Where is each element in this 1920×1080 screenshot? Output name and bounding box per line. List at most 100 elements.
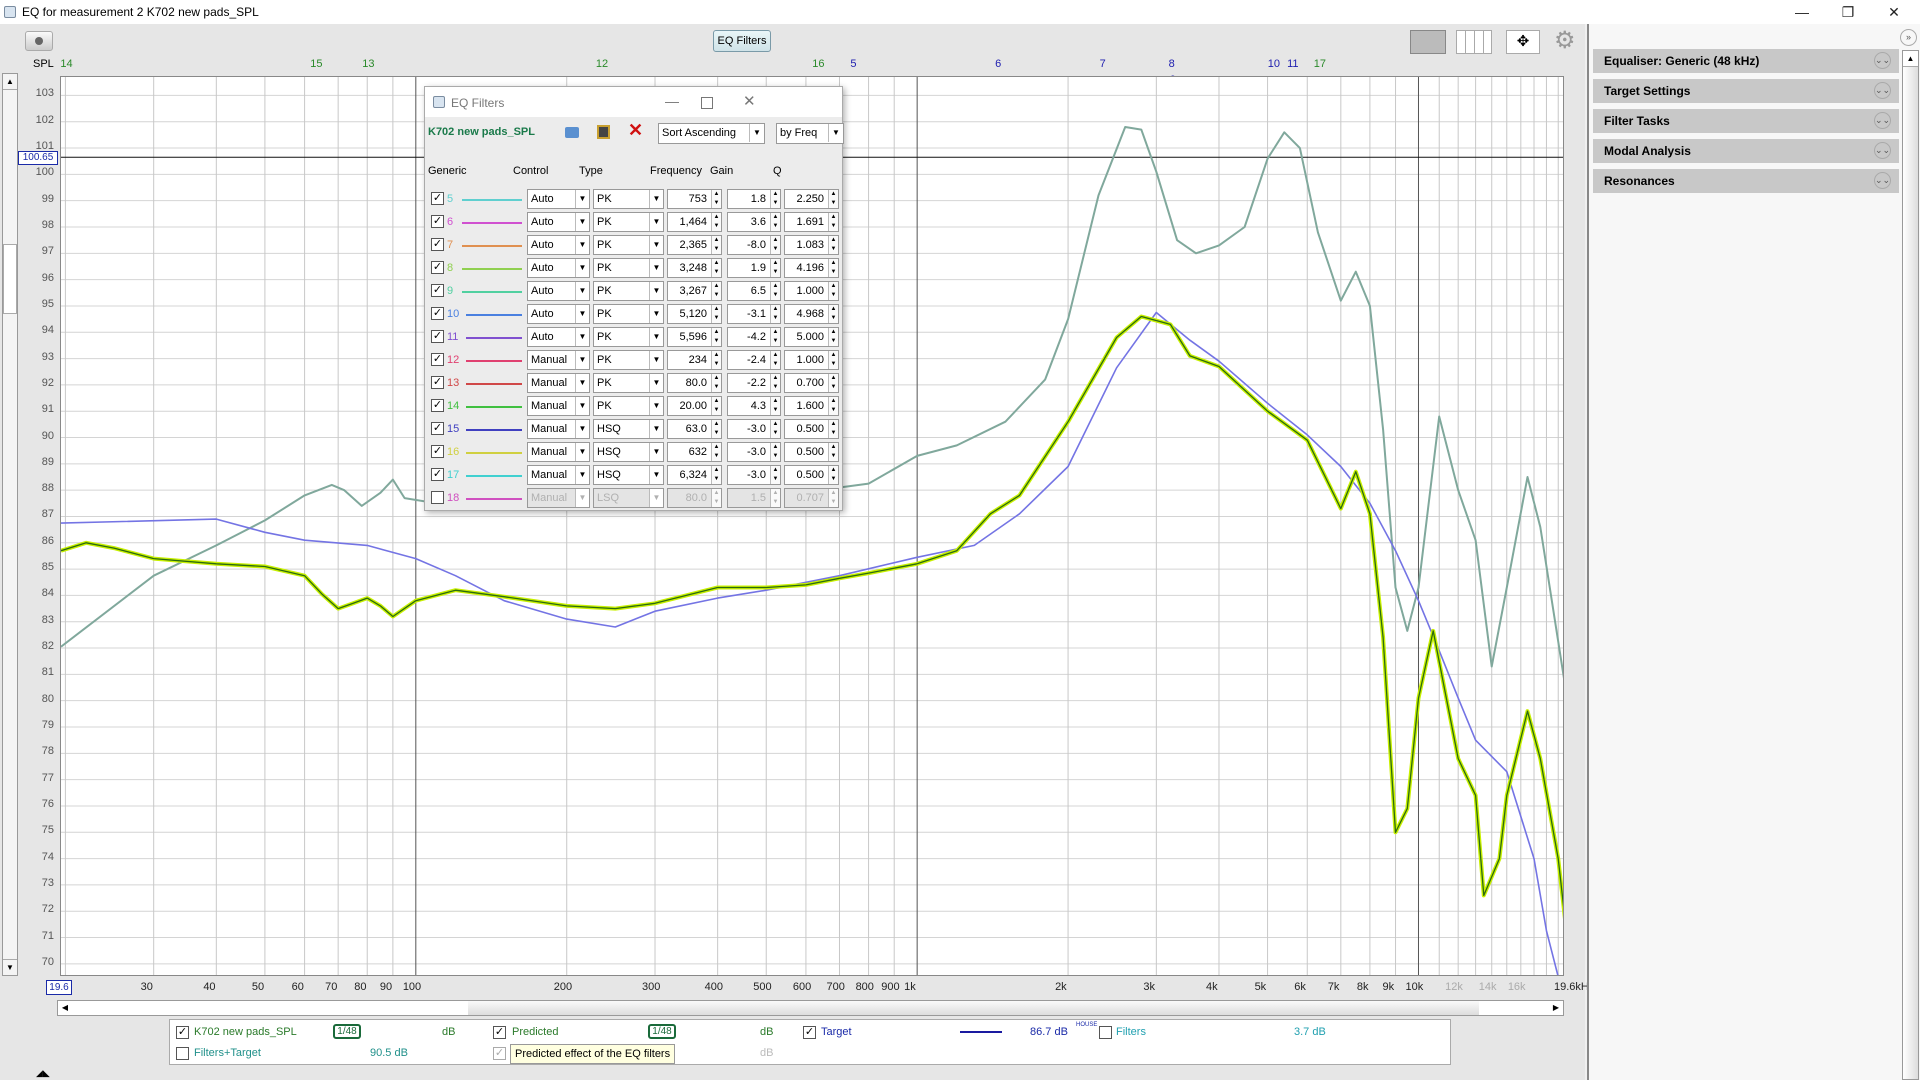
q-spinner[interactable]: 0.700 ▲ ▼	[784, 373, 839, 393]
type-select[interactable]: PK ▼	[593, 281, 664, 301]
filter-marker[interactable]: 11	[1287, 58, 1298, 70]
control-select[interactable]: Auto ▼	[527, 327, 590, 347]
panel-section[interactable]: Target Settings ⌄⌄	[1593, 79, 1899, 103]
control-select[interactable]: Manual ▼	[527, 396, 590, 416]
type-select[interactable]: PK ▼	[593, 304, 664, 324]
type-select[interactable]: LSQ ▼	[593, 488, 664, 508]
q-spinner[interactable]: 0.707 ▲ ▼	[784, 488, 839, 508]
column-layout-icon[interactable]	[1456, 30, 1492, 54]
scroll-track-left[interactable]	[72, 1001, 468, 1015]
measurement-checkbox[interactable]: ✓	[176, 1026, 189, 1039]
predicted-checkbox[interactable]: ✓	[493, 1026, 506, 1039]
filter-enabled-checkbox[interactable]: ✓	[431, 399, 444, 412]
type-select[interactable]: PK ▼	[593, 396, 664, 416]
gain-spinner[interactable]: 1.5 ▲ ▼	[727, 488, 781, 508]
frequency-spinner[interactable]: 3,248 ▲ ▼	[667, 258, 722, 278]
filter-marker[interactable]: 17	[1314, 58, 1326, 70]
control-select[interactable]: Manual ▼	[527, 373, 590, 393]
filters-target-checkbox[interactable]	[176, 1047, 189, 1060]
frequency-spinner[interactable]: 2,365 ▲ ▼	[667, 235, 722, 255]
vertical-scrollbar[interactable]: ▲ ▼	[2, 73, 18, 976]
predicted-filters-checkbox[interactable]: ✓	[493, 1047, 506, 1060]
type-select[interactable]: HSQ ▼	[593, 442, 664, 462]
camera-icon[interactable]	[25, 31, 53, 51]
q-spinner[interactable]: 1.691 ▲ ▼	[784, 212, 839, 232]
type-select[interactable]: PK ▼	[593, 327, 664, 347]
filter-enabled-checkbox[interactable]	[431, 491, 444, 504]
q-spinner[interactable]: 0.500 ▲ ▼	[784, 419, 839, 439]
measurement-smoothing[interactable]: 1/48	[333, 1024, 361, 1039]
frequency-spinner[interactable]: 632 ▲ ▼	[667, 442, 722, 462]
frequency-spinner[interactable]: 80.0 ▲ ▼	[667, 488, 722, 508]
frequency-spinner[interactable]: 234 ▲ ▼	[667, 350, 722, 370]
predicted-smoothing[interactable]: 1/48	[648, 1024, 676, 1039]
filter-marker[interactable]: 12	[596, 58, 608, 70]
filter-marker[interactable]: 6	[995, 58, 1001, 70]
frequency-spinner[interactable]: 63.0 ▲ ▼	[667, 419, 722, 439]
type-select[interactable]: PK ▼	[593, 258, 664, 278]
graph-layout-icon[interactable]	[1410, 30, 1446, 54]
gain-spinner[interactable]: -3.0 ▲ ▼	[727, 442, 781, 462]
filter-marker[interactable]: 16	[812, 58, 824, 70]
q-spinner[interactable]: 1.600 ▲ ▼	[784, 396, 839, 416]
filters-checkbox[interactable]	[1099, 1026, 1112, 1039]
expand-chevron-icon[interactable]: ⌄⌄	[1874, 52, 1891, 69]
gain-spinner[interactable]: -2.2 ▲ ▼	[727, 373, 781, 393]
gear-icon[interactable]: ⚙	[1554, 28, 1580, 54]
filter-enabled-checkbox[interactable]: ✓	[431, 422, 444, 435]
gain-spinner[interactable]: -2.4 ▲ ▼	[727, 350, 781, 370]
control-select[interactable]: Manual ▼	[527, 488, 590, 508]
dialog-close-button[interactable]: ✕	[743, 92, 756, 110]
filter-enabled-checkbox[interactable]: ✓	[431, 376, 444, 389]
pan-arrows-icon[interactable]: ✥	[1506, 30, 1540, 54]
frequency-spinner[interactable]: 20.00 ▲ ▼	[667, 396, 722, 416]
expand-chevron-icon[interactable]: ⌄⌄	[1874, 142, 1891, 159]
control-select[interactable]: Auto ▼	[527, 235, 590, 255]
frequency-spinner[interactable]: 6,324 ▲ ▼	[667, 465, 722, 485]
type-select[interactable]: PK ▼	[593, 235, 664, 255]
delete-icon[interactable]: ✕	[628, 120, 643, 141]
eq-filters-button[interactable]: EQ Filters	[713, 30, 771, 52]
gain-spinner[interactable]: -3.1 ▲ ▼	[727, 304, 781, 324]
frequency-spinner[interactable]: 753 ▲ ▼	[667, 189, 722, 209]
filter-enabled-checkbox[interactable]: ✓	[431, 238, 444, 251]
restore-button[interactable]: ❐	[1826, 2, 1870, 22]
control-select[interactable]: Manual ▼	[527, 442, 590, 462]
filter-marker[interactable]: 10	[1268, 58, 1280, 70]
close-button[interactable]: ✕	[1872, 2, 1916, 22]
q-spinner[interactable]: 4.968 ▲ ▼	[784, 304, 839, 324]
filter-marker[interactable]: 7	[1100, 58, 1106, 70]
filter-marker[interactable]: 8	[1169, 58, 1175, 70]
control-select[interactable]: Manual ▼	[527, 465, 590, 485]
vertical-scroll-thumb[interactable]	[3, 244, 17, 314]
filter-marker[interactable]: 13	[362, 58, 374, 70]
horizontal-scrollbar[interactable]: ◀ ▶	[57, 1000, 1564, 1016]
gain-spinner[interactable]: 1.8 ▲ ▼	[727, 189, 781, 209]
collapse-panel-icon[interactable]: »	[1900, 29, 1917, 46]
type-select[interactable]: PK ▼	[593, 373, 664, 393]
filter-enabled-checkbox[interactable]: ✓	[431, 445, 444, 458]
right-panel-scrollbar[interactable]: ▲	[1902, 50, 1919, 1080]
q-spinner[interactable]: 1.083 ▲ ▼	[784, 235, 839, 255]
control-select[interactable]: Auto ▼	[527, 281, 590, 301]
open-folder-icon[interactable]	[565, 127, 579, 138]
dialog-title-bar[interactable]: EQ Filters — ✕	[425, 87, 842, 117]
filter-marker[interactable]: 14	[60, 58, 72, 70]
filter-enabled-checkbox[interactable]: ✓	[431, 353, 444, 366]
expand-chevron-icon[interactable]: ⌄⌄	[1874, 82, 1891, 99]
type-select[interactable]: PK ▼	[593, 350, 664, 370]
filter-enabled-checkbox[interactable]: ✓	[431, 330, 444, 343]
collapse-arrow-icon[interactable]: ◢◣	[36, 1068, 50, 1079]
expand-chevron-icon[interactable]: ⌄⌄	[1874, 112, 1891, 129]
filter-enabled-checkbox[interactable]: ✓	[431, 284, 444, 297]
filter-enabled-checkbox[interactable]: ✓	[431, 215, 444, 228]
minimize-button[interactable]: —	[1780, 2, 1824, 22]
gain-spinner[interactable]: -8.0 ▲ ▼	[727, 235, 781, 255]
frequency-spinner[interactable]: 1,464 ▲ ▼	[667, 212, 722, 232]
filter-enabled-checkbox[interactable]: ✓	[431, 307, 444, 320]
control-select[interactable]: Auto ▼	[527, 189, 590, 209]
type-select[interactable]: PK ▼	[593, 212, 664, 232]
panel-section[interactable]: Filter Tasks ⌄⌄	[1593, 109, 1899, 133]
filter-marker[interactable]: 15	[310, 58, 322, 70]
type-select[interactable]: HSQ ▼	[593, 465, 664, 485]
